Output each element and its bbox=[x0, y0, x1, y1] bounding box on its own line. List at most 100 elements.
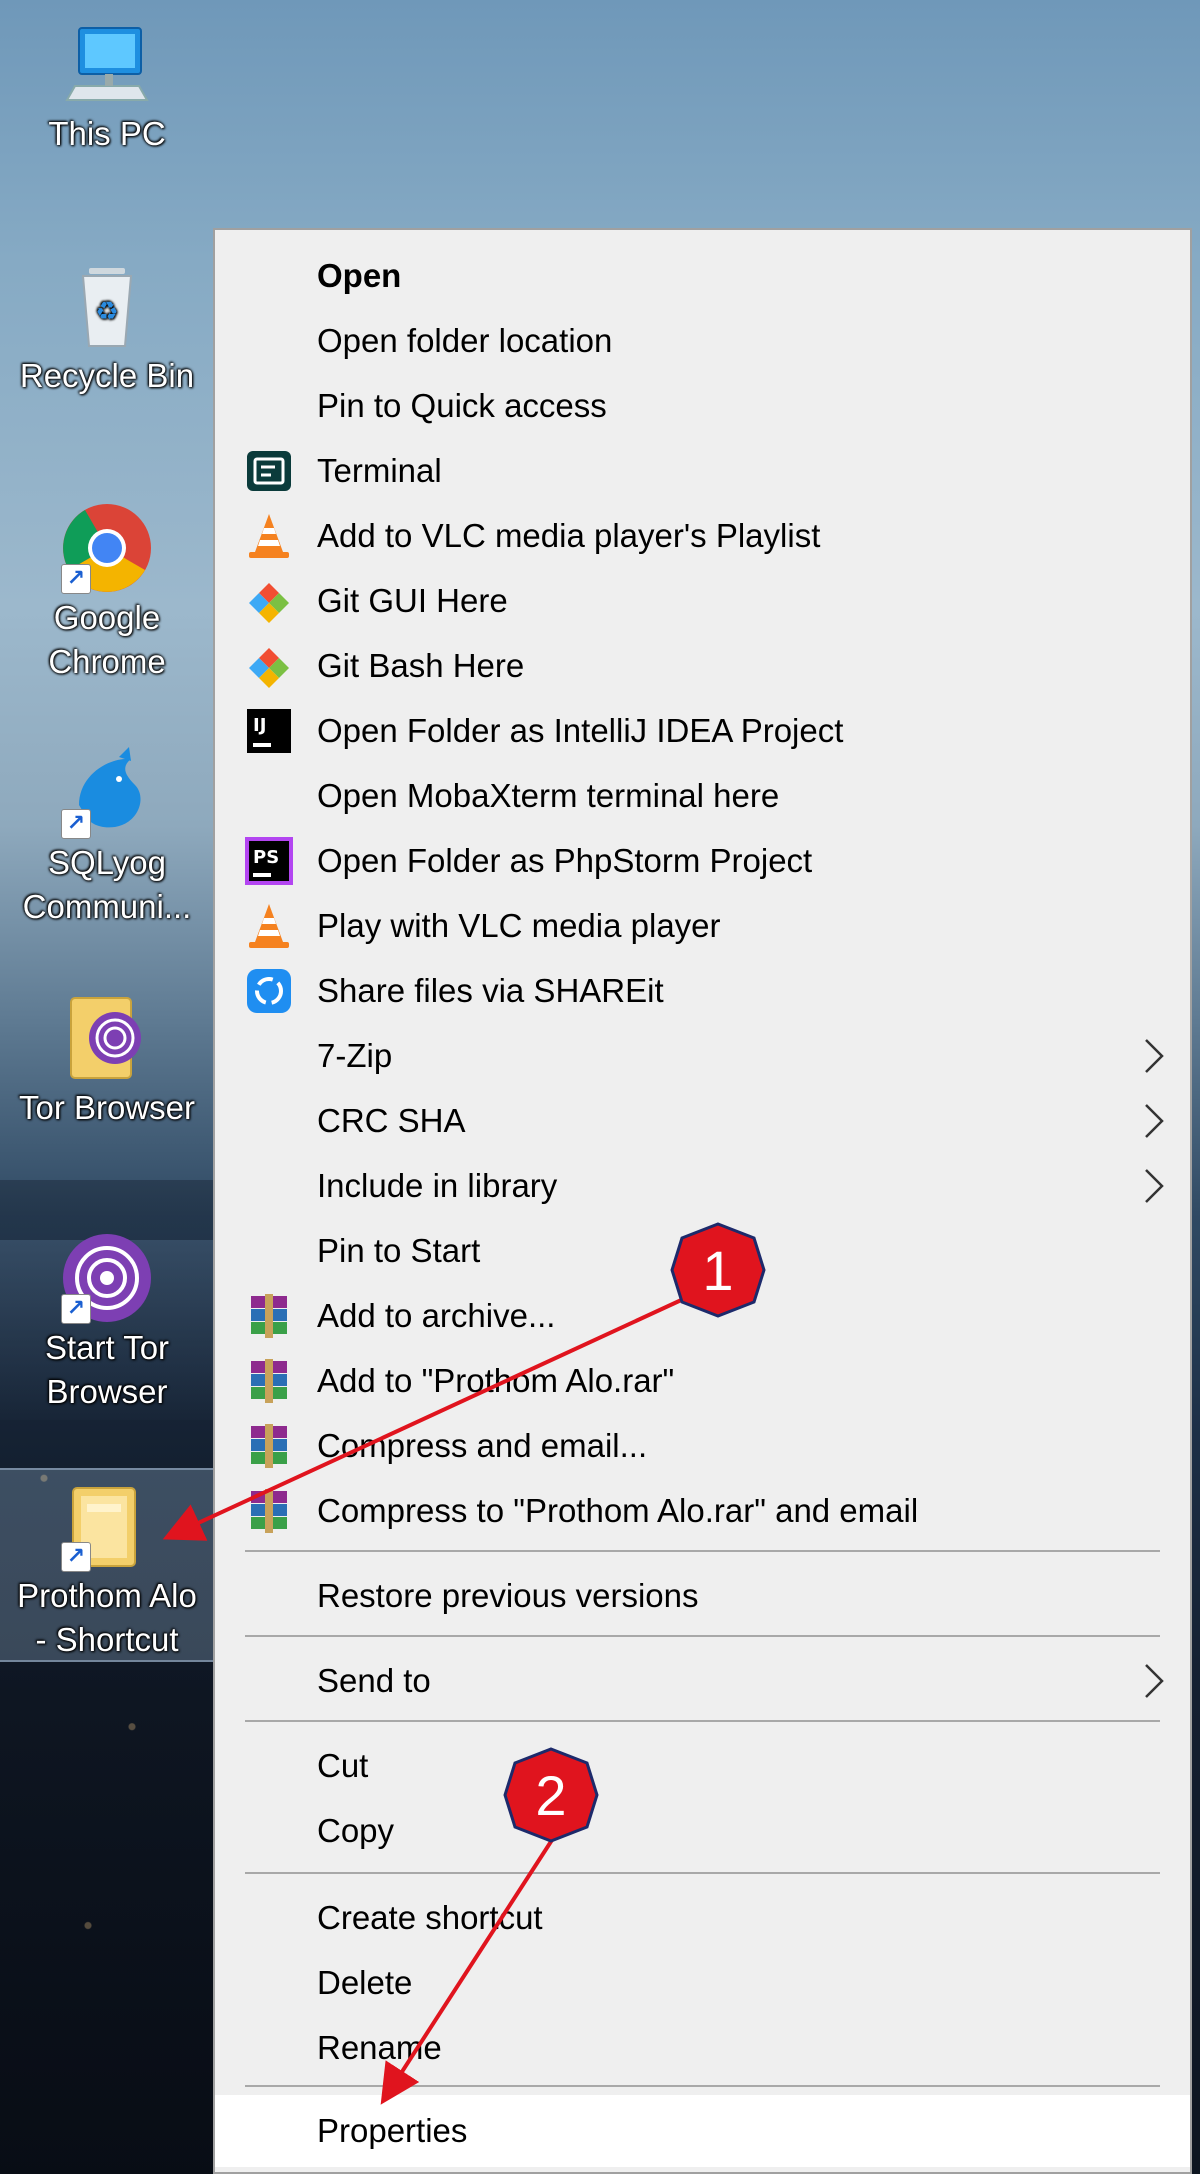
chrome-icon: ↗ bbox=[59, 500, 155, 596]
menu-item-label: Rename bbox=[317, 2029, 442, 2066]
winrar-icon bbox=[245, 1292, 293, 1340]
annotation-marker-1: 1 bbox=[670, 1222, 766, 1318]
winrar-icon bbox=[245, 1422, 293, 1470]
git-icon bbox=[245, 642, 293, 690]
desktop-icon-label: SQLyog bbox=[47, 844, 166, 881]
desktop-icon-label: Recycle Bin bbox=[19, 357, 195, 394]
chevron-right-icon bbox=[1138, 1036, 1168, 1076]
menu-item-delete[interactable]: Delete bbox=[215, 1952, 1190, 2014]
menu-item-label: Terminal bbox=[317, 452, 442, 489]
menu-item-label: Pin to Start bbox=[317, 1232, 481, 1269]
menu-item-7-zip[interactable]: 7-Zip bbox=[215, 1025, 1190, 1087]
menu-item-play-with-vlc[interactable]: Play with VLC media player bbox=[215, 895, 1190, 957]
menu-item-compress-to-rar-and-email[interactable]: Compress to "Prothom Alo.rar" and email bbox=[215, 1480, 1190, 1542]
svg-text:PS: PS bbox=[253, 847, 279, 868]
svg-text:♻: ♻ bbox=[95, 297, 118, 327]
menu-item-label: Delete bbox=[317, 1964, 413, 2001]
menu-item-compress-and-email[interactable]: Compress and email... bbox=[215, 1415, 1190, 1477]
menu-separator bbox=[245, 1720, 1160, 1722]
menu-item-label: Compress and email... bbox=[317, 1427, 648, 1464]
annotation-number: 1 bbox=[702, 1238, 734, 1302]
terminal-icon bbox=[245, 447, 293, 495]
menu-item-label: Compress to "Prothom Alo.rar" and email bbox=[317, 1492, 919, 1529]
context-menu: Open Open folder location Pin to Quick a… bbox=[213, 228, 1192, 2174]
menu-item-label: Send to bbox=[317, 1662, 431, 1699]
menu-item-label: Add to archive... bbox=[317, 1297, 556, 1334]
menu-item-label: Cut bbox=[317, 1747, 369, 1784]
desktop-icon-start-tor-browser[interactable]: ↗ Start Tor Browser bbox=[0, 1230, 214, 1430]
menu-item-label: Play with VLC media player bbox=[317, 907, 721, 944]
menu-item-open[interactable]: Open bbox=[215, 245, 1190, 307]
menu-item-create-shortcut[interactable]: Create shortcut bbox=[215, 1887, 1190, 1949]
svg-text:IJ: IJ bbox=[253, 715, 266, 736]
shortcut-arrow-icon: ↗ bbox=[61, 809, 91, 839]
menu-item-crc-sha[interactable]: CRC SHA bbox=[215, 1090, 1190, 1152]
menu-item-send-to[interactable]: Send to bbox=[215, 1650, 1190, 1712]
menu-item-include-in-library[interactable]: Include in library bbox=[215, 1155, 1190, 1217]
desktop-icon-label: Start Tor bbox=[44, 1329, 170, 1366]
annotation-number: 2 bbox=[535, 1763, 567, 1827]
menu-item-copy[interactable]: Copy bbox=[215, 1800, 1190, 1862]
chevron-right-icon bbox=[1138, 1166, 1168, 1206]
menu-separator bbox=[245, 1872, 1160, 1874]
menu-item-cut[interactable]: Cut bbox=[215, 1735, 1190, 1797]
menu-item-label: CRC SHA bbox=[317, 1102, 466, 1139]
menu-item-terminal[interactable]: Terminal bbox=[215, 440, 1190, 502]
desktop-icon-label: - Shortcut bbox=[35, 1621, 179, 1658]
git-icon bbox=[245, 577, 293, 625]
desktop-icon-label: Tor Browser bbox=[18, 1089, 196, 1126]
desktop-icon-sqlyog[interactable]: ↗ SQLyog Communi... bbox=[0, 745, 214, 945]
menu-separator bbox=[245, 1550, 1160, 1552]
tor-browser-icon: ↗ bbox=[59, 1230, 155, 1326]
computer-icon bbox=[61, 20, 153, 112]
menu-item-label: Git GUI Here bbox=[317, 582, 508, 619]
menu-item-label: 7-Zip bbox=[317, 1037, 393, 1074]
menu-item-label: Create shortcut bbox=[317, 1899, 543, 1936]
shortcut-arrow-icon: ↗ bbox=[61, 1542, 91, 1572]
menu-separator bbox=[245, 1635, 1160, 1637]
menu-item-open-as-phpstorm-project[interactable]: PS Open Folder as PhpStorm Project bbox=[215, 830, 1190, 892]
shortcut-arrow-icon: ↗ bbox=[61, 1294, 91, 1324]
desktop-icon-prothom-alo-shortcut[interactable]: ↗ Prothom Alo - Shortcut bbox=[0, 1468, 216, 1662]
desktop-icon-google-chrome[interactable]: ↗ Google Chrome bbox=[0, 500, 214, 700]
menu-item-git-bash-here[interactable]: Git Bash Here bbox=[215, 635, 1190, 697]
menu-item-rename[interactable]: Rename bbox=[215, 2017, 1190, 2079]
vlc-cone-icon bbox=[245, 512, 293, 560]
menu-item-properties[interactable]: Properties bbox=[215, 2095, 1190, 2167]
desktop-icon-recycle-bin[interactable]: ♻ Recycle Bin bbox=[0, 262, 214, 412]
menu-item-add-to-rar[interactable]: Add to "Prothom Alo.rar" bbox=[215, 1350, 1190, 1412]
desktop-icon-label: Google bbox=[53, 599, 161, 636]
menu-item-restore-previous-versions[interactable]: Restore previous versions bbox=[215, 1565, 1190, 1627]
menu-item-label: Restore previous versions bbox=[317, 1577, 699, 1614]
menu-item-label: Include in library bbox=[317, 1167, 558, 1204]
menu-item-add-to-vlc-playlist[interactable]: Add to VLC media player's Playlist bbox=[215, 505, 1190, 567]
phpstorm-icon: PS bbox=[245, 837, 293, 885]
intellij-icon: IJ bbox=[245, 707, 293, 755]
menu-item-share-via-shareit[interactable]: Share files via SHAREit bbox=[215, 960, 1190, 1022]
menu-item-label: Open folder location bbox=[317, 322, 613, 359]
menu-item-label: Properties bbox=[317, 2112, 468, 2149]
menu-item-pin-to-quick-access[interactable]: Pin to Quick access bbox=[215, 375, 1190, 437]
menu-item-open-mobaxterm[interactable]: Open MobaXterm terminal here bbox=[215, 765, 1190, 827]
desktop-icon-this-pc[interactable]: This PC bbox=[0, 20, 214, 170]
desktop-icon-tor-browser[interactable]: Tor Browser bbox=[0, 990, 214, 1140]
winrar-icon bbox=[245, 1487, 293, 1535]
menu-item-label: Git Bash Here bbox=[317, 647, 525, 684]
desktop-icon-label: Chrome bbox=[48, 643, 166, 680]
menu-item-label: Open bbox=[317, 257, 402, 294]
menu-item-git-gui-here[interactable]: Git GUI Here bbox=[215, 570, 1190, 632]
winrar-icon bbox=[245, 1357, 293, 1405]
menu-item-open-folder-location[interactable]: Open folder location bbox=[215, 310, 1190, 372]
shareit-icon bbox=[245, 967, 293, 1015]
menu-item-open-as-intellij-project[interactable]: IJ Open Folder as IntelliJ IDEA Project bbox=[215, 700, 1190, 762]
menu-item-label: Open Folder as PhpStorm Project bbox=[317, 842, 813, 879]
menu-item-label: Add to VLC media player's Playlist bbox=[317, 517, 821, 554]
shortcut-arrow-icon: ↗ bbox=[61, 564, 91, 594]
chevron-right-icon bbox=[1138, 1661, 1168, 1701]
desktop-icon-label: This PC bbox=[48, 115, 166, 152]
annotation-marker-2: 2 bbox=[503, 1747, 599, 1843]
sqlyog-dolphin-icon: ↗ bbox=[59, 745, 155, 841]
menu-item-label: Open Folder as IntelliJ IDEA Project bbox=[317, 712, 844, 749]
menu-item-label: Add to "Prothom Alo.rar" bbox=[317, 1362, 675, 1399]
vlc-cone-icon bbox=[245, 902, 293, 950]
